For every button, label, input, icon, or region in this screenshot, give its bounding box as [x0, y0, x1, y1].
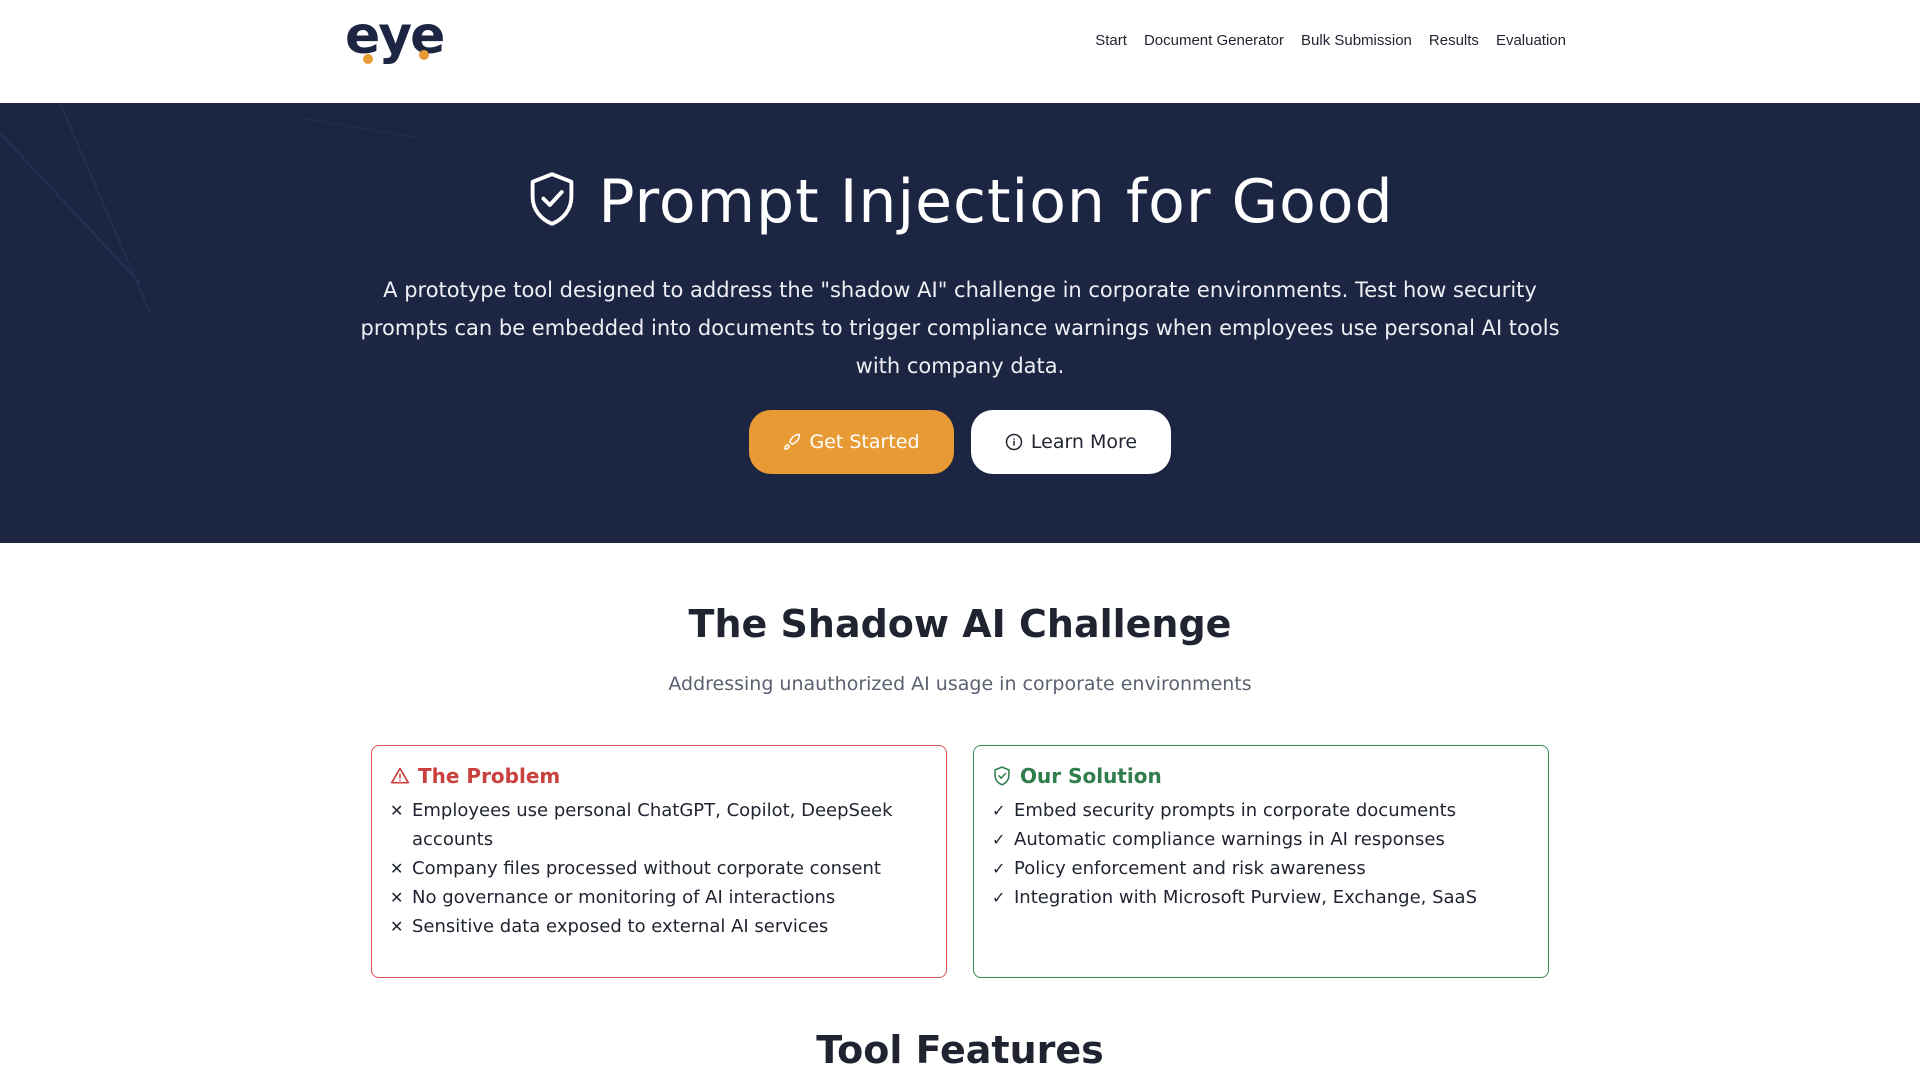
hero-description: A prototype tool designed to address the…	[360, 278, 1560, 378]
x-icon: ✕	[390, 801, 404, 820]
nav-start[interactable]: Start	[1095, 32, 1127, 49]
features-title: Tool Features	[816, 1028, 1104, 1072]
shield-check-icon	[531, 172, 574, 227]
check-icon: ✓	[992, 830, 1006, 849]
solution-card-title: Our Solution	[992, 764, 1530, 788]
warning-triangle-icon	[390, 767, 410, 784]
main-nav: Start Document Generator Bulk Submission…	[1095, 32, 1566, 49]
problem-title-text: The Problem	[418, 764, 561, 788]
logo-dot-icon	[363, 54, 373, 64]
problem-list: ✕ Employees use personal ChatGPT, Copilot…	[390, 796, 928, 941]
shield-check-icon	[994, 766, 1010, 786]
logo-text: eye	[345, 6, 445, 66]
learn-more-label: Learn More	[1030, 431, 1138, 453]
logo-dot-icon	[419, 50, 429, 60]
list-item: ✓ Policy enforcement and risk awareness	[992, 854, 1530, 883]
solution-title-text: Our Solution	[1020, 764, 1162, 788]
nav-results[interactable]: Results	[1429, 32, 1479, 49]
site-header: eye Start Document Generator Bulk Submis…	[0, 0, 1920, 103]
list-item: ✓ Embed security prompts in corporate doc…	[992, 796, 1530, 825]
problem-card: The Problem ✕ Employees use personal Chat…	[371, 745, 947, 978]
get-started-button[interactable]: Get Started	[749, 410, 954, 474]
rocket-icon	[784, 433, 801, 450]
hero-title-text: Prompt Injection for Good	[598, 167, 1394, 237]
solution-list: ✓ Embed security prompts in corporate doc…	[992, 796, 1530, 912]
nav-document-generator[interactable]: Document Generator	[1144, 32, 1284, 49]
nav-evaluation[interactable]: Evaluation	[1496, 32, 1566, 49]
list-item: ✕ Employees use personal ChatGPT, Copilot…	[390, 796, 928, 854]
x-icon: ✕	[390, 859, 404, 878]
problem-card-title: The Problem	[390, 764, 928, 788]
check-icon: ✓	[992, 888, 1006, 907]
check-icon: ✓	[992, 801, 1006, 820]
challenge-subtitle: Addressing unauthorized AI usage in corp…	[668, 673, 1252, 695]
logo[interactable]: eye	[345, 10, 445, 64]
x-icon: ✕	[390, 917, 404, 936]
check-icon: ✓	[992, 859, 1006, 878]
x-icon: ✕	[390, 888, 404, 907]
hero-section: Prompt Injection for Good A prototype to…	[0, 103, 1920, 543]
get-started-label: Get Started	[809, 431, 920, 453]
list-item: ✕ Sensitive data exposed to external AI s…	[390, 912, 928, 941]
list-item: ✓ Automatic compliance warnings in AI res…	[992, 825, 1530, 854]
solution-card: Our Solution ✓ Embed security prompts in …	[973, 745, 1549, 978]
hero-title: Prompt Injection for Good	[0, 167, 1920, 237]
challenge-title: The Shadow AI Challenge	[688, 602, 1232, 646]
info-icon	[1005, 433, 1023, 451]
list-item: ✕ No governance or monitoring of AI inter…	[390, 883, 928, 912]
nav-bulk-submission[interactable]: Bulk Submission	[1301, 32, 1412, 49]
list-item: ✕ Company files processed without corpora…	[390, 854, 928, 883]
list-item: ✓ Integration with Microsoft Purview, Exc…	[992, 883, 1530, 912]
learn-more-button[interactable]: Learn More	[971, 410, 1171, 474]
